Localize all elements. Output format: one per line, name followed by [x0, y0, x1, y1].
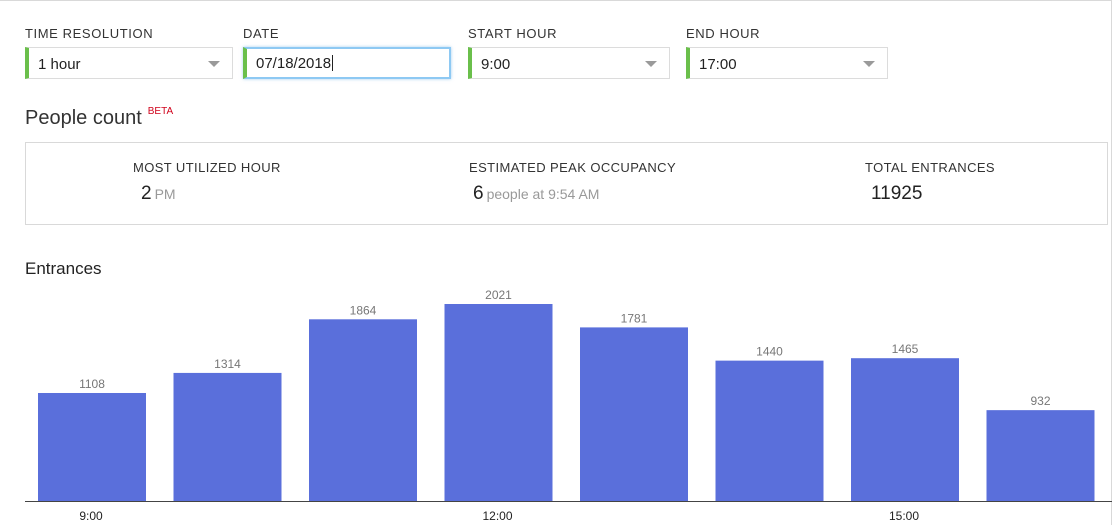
x-tick-label: 15:00	[889, 509, 919, 523]
bar-value-label: 1108	[79, 377, 105, 391]
bar-value-label: 1440	[756, 345, 783, 359]
entrances-bar-chart: 1108 9:00 1314 1864 2021 12:00 1781 1440 1465 15:…	[25, 288, 1112, 523]
x-tick-label: 12:00	[482, 509, 512, 523]
bar-value-label: 1465	[892, 342, 919, 356]
bar-value-label: 1864	[350, 303, 377, 317]
bar-value-label: 1781	[621, 311, 648, 325]
bar-13:00[interactable]	[580, 327, 688, 501]
bar-15:00[interactable]	[851, 358, 959, 501]
bar-16:00[interactable]	[986, 410, 1095, 501]
bar-11:00[interactable]	[309, 319, 417, 501]
bar-value-label: 932	[1030, 394, 1050, 408]
bar-value-label: 1314	[214, 357, 241, 371]
bar-9:00[interactable]	[38, 392, 146, 501]
x-tick-label: 9:00	[79, 509, 103, 523]
bar-14:00[interactable]	[715, 360, 824, 501]
bar-value-label: 2021	[485, 288, 512, 302]
bar-12:00[interactable]	[444, 304, 553, 501]
bar-10:00[interactable]	[173, 372, 282, 501]
